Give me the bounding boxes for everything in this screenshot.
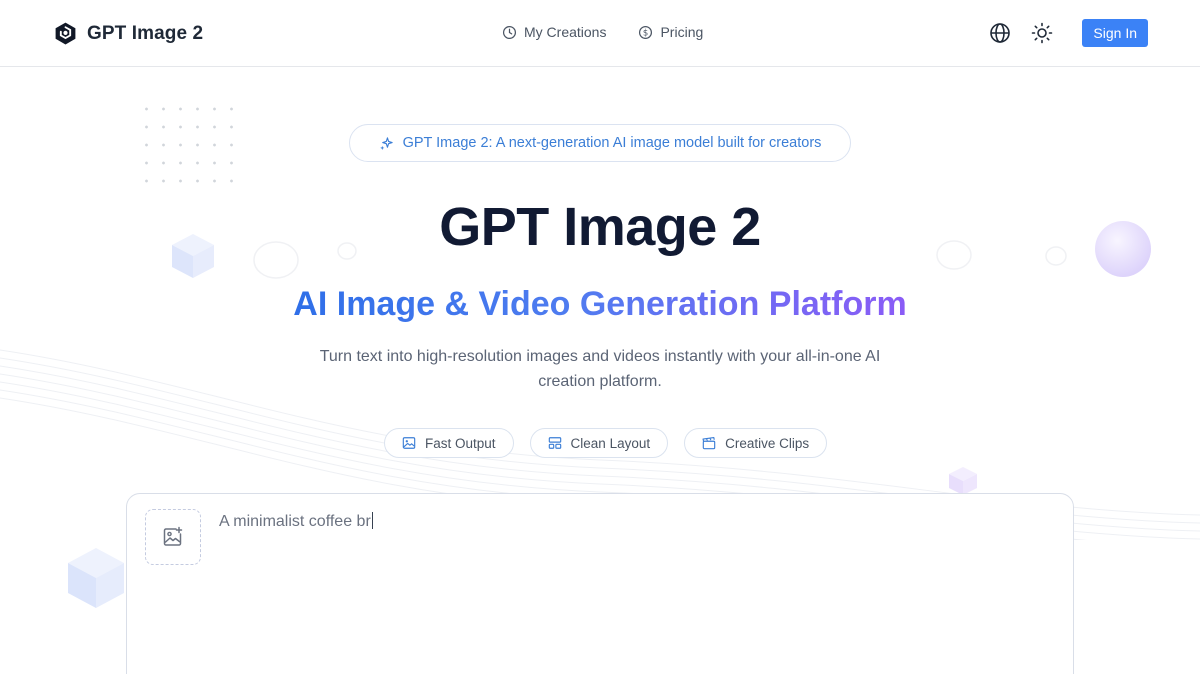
sign-in-button[interactable]: Sign In bbox=[1082, 19, 1148, 47]
brand-name: GPT Image 2 bbox=[87, 22, 204, 44]
language-button[interactable] bbox=[988, 21, 1012, 45]
image-icon bbox=[402, 437, 416, 449]
clock-icon bbox=[502, 25, 517, 39]
dot-grid-decoration bbox=[138, 100, 233, 195]
image-add-icon bbox=[163, 526, 183, 546]
chip-label: Creative Clips bbox=[725, 435, 810, 451]
badge-text: GPT Image 2: A next-generation AI image … bbox=[402, 135, 822, 151]
cube-decoration bbox=[68, 548, 124, 608]
feature-chip-fast-output[interactable]: Fast Output bbox=[384, 428, 514, 458]
chip-label: Clean Layout bbox=[570, 435, 651, 451]
prompt-input[interactable]: A minimalist coffee br bbox=[219, 512, 373, 531]
prompt-card: A minimalist coffee br bbox=[126, 493, 1074, 674]
nav-label: Pricing bbox=[660, 24, 704, 40]
feature-chip-clean-layout[interactable]: Clean Layout bbox=[529, 428, 669, 458]
sparkles-icon bbox=[379, 136, 393, 150]
theme-toggle-button[interactable] bbox=[1030, 21, 1054, 45]
cube-decoration bbox=[949, 467, 977, 495]
layout-icon bbox=[548, 437, 561, 449]
nav-pricing[interactable]: $ Pricing bbox=[638, 24, 703, 40]
feature-chip-creative-clips[interactable]: Creative Clips bbox=[684, 428, 828, 458]
brand-logo-link[interactable]: GPT Image 2 bbox=[53, 21, 203, 46]
hero-description: Turn text into high-resolution images an… bbox=[319, 348, 881, 390]
sun-icon bbox=[1032, 22, 1053, 44]
logo-icon bbox=[55, 22, 76, 45]
nav-my-creations[interactable]: My Creations bbox=[502, 24, 606, 40]
upload-image-button[interactable] bbox=[145, 509, 201, 565]
dollar-icon: $ bbox=[639, 25, 653, 39]
hero-title: GPT Image 2 bbox=[439, 197, 761, 257]
main-nav: My Creations $ Pricing bbox=[502, 24, 703, 40]
feature-chips: Fast Output Clean Layout Creative Clips bbox=[384, 428, 828, 458]
hero-subtitle: AI Image & Video Generation Platform bbox=[0, 285, 1200, 324]
top-navbar: GPT Image 2 My Creations $ Pricing Sign … bbox=[0, 0, 1200, 67]
chip-label: Fast Output bbox=[425, 435, 496, 451]
hero-subtitle-text: AI Image & Video Generation Platform bbox=[293, 285, 907, 323]
announcement-badge[interactable]: GPT Image 2: A next-generation AI image … bbox=[349, 124, 851, 162]
nav-label: My Creations bbox=[524, 24, 607, 40]
clapper-icon bbox=[702, 437, 716, 450]
svg-text:$: $ bbox=[643, 27, 648, 37]
globe-icon bbox=[990, 23, 1011, 43]
prompt-text: A minimalist coffee br bbox=[219, 513, 371, 530]
text-caret bbox=[371, 512, 373, 529]
header-tools: Sign In bbox=[988, 19, 1148, 47]
